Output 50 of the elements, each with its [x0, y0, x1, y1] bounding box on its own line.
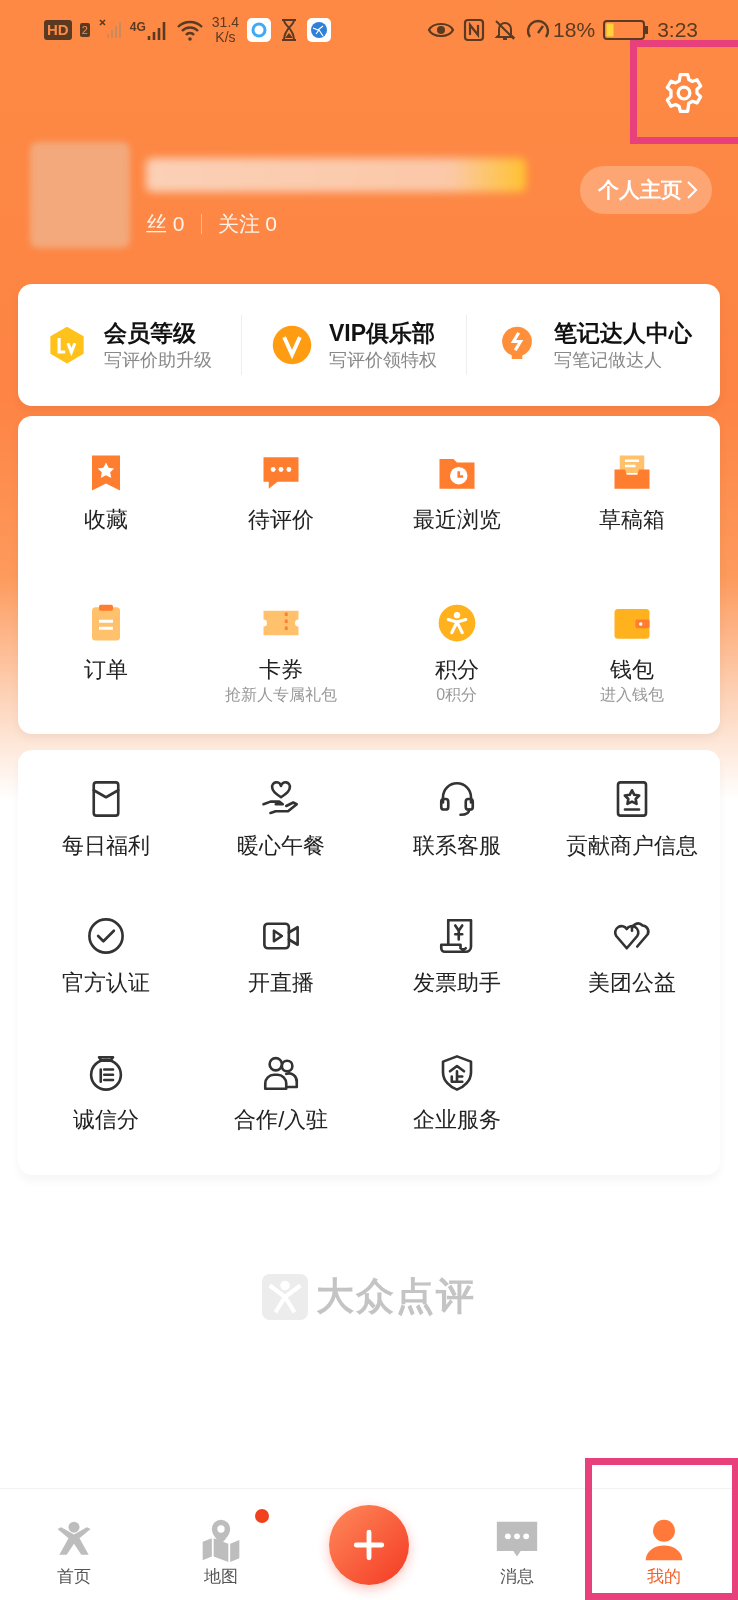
vip-icon — [271, 324, 313, 366]
battery-icon — [603, 18, 650, 42]
service-label[interactable]: 官方认证 — [61, 969, 150, 997]
grid-subtitle: 进入钱包 — [600, 685, 665, 705]
grid-label[interactable]: 最近浏览 — [412, 506, 501, 534]
service-label[interactable]: 联系客服 — [412, 832, 501, 860]
member-title[interactable]: 会员等级 — [104, 318, 212, 348]
grid-label[interactable]: 卡券 — [259, 656, 304, 684]
globe-app-icon — [307, 18, 332, 42]
member-subtitle: 写评价助升级 — [104, 349, 212, 372]
service-label[interactable]: 暖心午餐 — [237, 832, 326, 860]
sim-indicator: 2 — [79, 23, 90, 37]
service-label[interactable]: 开直播 — [248, 969, 315, 997]
cloud-app-icon — [247, 18, 272, 42]
service-label[interactable]: 发票助手 — [412, 969, 501, 997]
nav-tab[interactable]: 消息 — [442, 1489, 591, 1600]
service-label[interactable]: 企业服务 — [412, 1106, 501, 1134]
member-subtitle: 写笔记做达人 — [554, 349, 663, 372]
service-label[interactable]: 合作/入驻 — [234, 1106, 329, 1134]
grid-label[interactable]: 草稿箱 — [599, 506, 666, 534]
service-label[interactable]: 贡献商户信息 — [566, 832, 699, 860]
service-label[interactable]: 诚信分 — [72, 1106, 139, 1134]
service-label[interactable]: 美团公益 — [588, 969, 677, 997]
nfc-icon — [463, 18, 486, 42]
profile-stat: 丝 0 — [146, 211, 185, 237]
grid-label[interactable]: 钱包 — [610, 656, 655, 684]
grid-label[interactable]: 待评价 — [248, 506, 315, 534]
add-button[interactable] — [329, 1504, 409, 1585]
grid-subtitle: 0积分 — [436, 685, 478, 705]
grid-label[interactable]: 积分 — [434, 656, 479, 684]
member-title[interactable]: 笔记达人中心 — [554, 318, 692, 348]
plus-icon — [352, 1527, 386, 1562]
grid-label[interactable]: 订单 — [83, 656, 128, 684]
grid-subtitle: 抢新人专属礼包 — [225, 685, 338, 705]
clock: 3:23 — [657, 17, 698, 44]
profile-stat: 关注 0 — [217, 211, 278, 237]
service-label[interactable]: 每日福利 — [61, 832, 150, 860]
grid-label[interactable]: 收藏 — [83, 506, 128, 534]
network-type: 4G — [129, 19, 146, 36]
wifi-icon — [175, 18, 204, 42]
muted-bell-icon — [493, 18, 518, 42]
brand-name: 大众点评 — [316, 1274, 476, 1319]
nav-tab[interactable]: 地图 — [147, 1489, 296, 1600]
network-speed: 31.4 K/s — [211, 15, 240, 45]
hd-indicator: HD — [44, 20, 72, 40]
member-subtitle: 写评价领特权 — [329, 349, 437, 372]
member-title[interactable]: VIP俱乐部 — [329, 318, 437, 348]
battery-percent: 18% — [553, 17, 596, 44]
nav-tab[interactable]: 首页 — [0, 1489, 148, 1600]
chevron-right-icon — [686, 179, 698, 200]
